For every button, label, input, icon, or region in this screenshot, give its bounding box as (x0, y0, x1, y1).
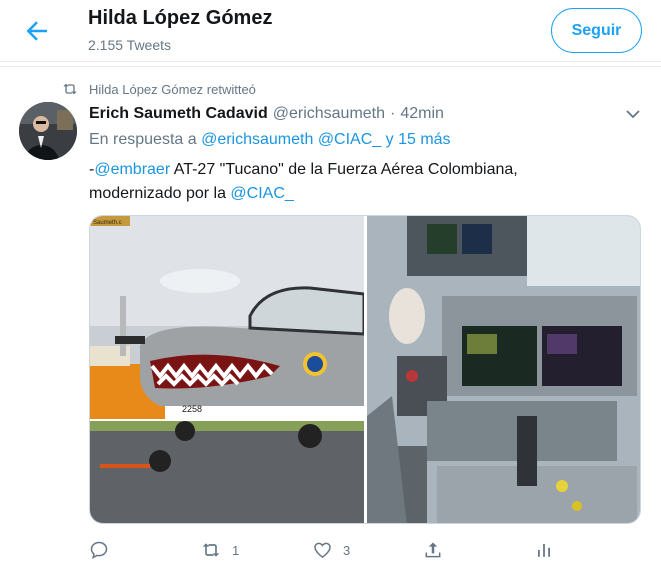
profile-name: Hilda López Gómez (88, 7, 273, 29)
profile-header: Hilda López Gómez 2.155 Tweets Seguir (0, 0, 661, 62)
tweet-text: -@embraer AT-27 "Tucano" de la Fuerza Aé… (89, 158, 609, 206)
mention-embraer[interactable]: @embraer (94, 161, 170, 178)
tweet-time[interactable]: 42min (400, 105, 444, 123)
author-handle[interactable]: @erichsaumeth (273, 105, 385, 123)
retweet-icon (63, 83, 77, 95)
tweet-count: 2.155 Tweets (88, 37, 172, 53)
watermark-text: Saumeth.c (93, 220, 122, 226)
tweet-card[interactable]: Hilda López Gómez retwitteó Erich Saumet… (0, 66, 661, 579)
like-button[interactable]: 3 (312, 538, 350, 562)
follow-button[interactable]: Seguir (551, 8, 642, 53)
bar-chart-icon (538, 544, 550, 557)
mention-ciac[interactable]: @CIAC_ (230, 185, 293, 202)
retweet-notice: Hilda López Gómez retwitteó (62, 80, 256, 98)
aircraft-photo[interactable]: Saumeth.c 2258 (90, 216, 364, 524)
chevron-down-icon[interactable] (624, 108, 642, 120)
retweet-button[interactable]: 1 (200, 538, 239, 562)
analytics-button[interactable] (535, 538, 563, 562)
heart-icon (314, 542, 331, 558)
retweet-icon (202, 543, 220, 557)
like-count: 3 (343, 542, 351, 558)
reply-prefix: En respuesta a (89, 131, 197, 148)
reply-button[interactable] (89, 538, 119, 562)
reply-icon (90, 541, 108, 559)
retweet-notice-label: Hilda López Gómez retwitteó (89, 81, 256, 97)
reply-handles-link[interactable]: @erichsaumeth @CIAC_ y 15 más (201, 131, 450, 148)
author-line: Erich Saumeth Cadavid @erichsaumeth · 42… (89, 105, 444, 123)
author-name[interactable]: Erich Saumeth Cadavid (89, 105, 268, 123)
separator-dot: · (390, 105, 396, 122)
reply-context: En respuesta a @erichsaumeth @CIAC_ y 15… (89, 131, 451, 149)
arrow-left-icon[interactable] (22, 16, 52, 46)
aircraft-number: 2258 (182, 404, 202, 414)
avatar[interactable] (19, 102, 77, 160)
share-button[interactable] (423, 538, 453, 562)
tweet-actions: 1 3 (89, 538, 559, 562)
retweet-count: 1 (232, 542, 240, 558)
cockpit-photo[interactable] (367, 216, 641, 524)
share-icon (425, 542, 441, 558)
tweet-media: Saumeth.c 2258 (89, 215, 641, 524)
